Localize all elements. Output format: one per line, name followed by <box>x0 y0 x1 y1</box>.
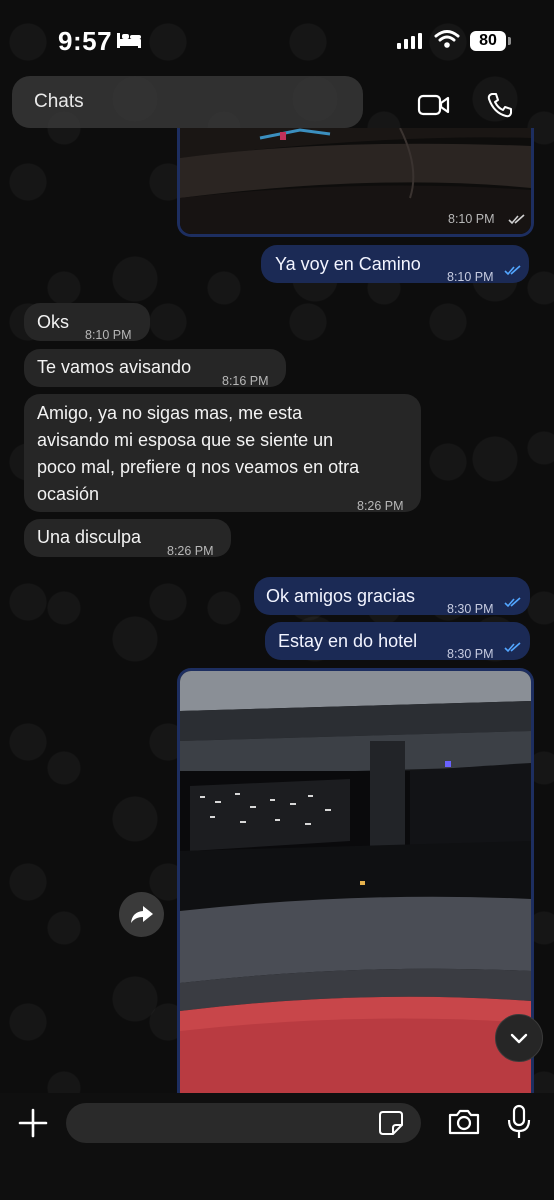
message-text: Ya voy en Camino <box>275 254 421 274</box>
incoming-message[interactable]: Te vamos avisando 8:16 PM <box>24 349 286 388</box>
battery-indicator: 80 <box>470 31 511 51</box>
scroll-to-bottom-button[interactable] <box>495 1014 543 1062</box>
incoming-message[interactable]: Amigo, ya no sigas mas, me esta avisando… <box>24 394 421 513</box>
phone-call-icon[interactable] <box>486 91 514 119</box>
double-check-icon <box>508 214 525 225</box>
status-bar: 9:57 80 <box>0 0 554 80</box>
chevron-down-icon <box>510 1033 528 1044</box>
message-text: Te vamos avisando <box>37 357 192 377</box>
photo-hotel-window <box>180 671 531 1101</box>
message-text: Ok amigos gracias <box>266 586 416 606</box>
message-text-line: poco mal, prefiere q nos veamos en otra <box>37 457 360 477</box>
camera-icon[interactable] <box>447 1108 481 1136</box>
message-input[interactable] <box>66 1103 421 1143</box>
message-time: 8:10 PM <box>448 212 495 226</box>
read-receipt-icon <box>504 597 521 608</box>
message-text-line: ocasión <box>37 484 100 504</box>
message-time: 8:10 PM <box>85 328 132 342</box>
message-time: 8:30 PM <box>447 647 494 661</box>
outgoing-message[interactable]: Estay en do hotel 8:30 PM <box>265 622 530 661</box>
message-time: 8:26 PM <box>167 544 214 558</box>
bed-icon <box>117 33 141 48</box>
back-label: Chats <box>34 91 84 112</box>
message-text: Una disculpa <box>37 527 142 547</box>
incoming-message[interactable]: Oks 8:10 PM <box>24 303 150 342</box>
message-text: Estay en do hotel <box>278 631 418 651</box>
forward-button[interactable] <box>119 892 164 937</box>
read-receipt-icon <box>504 265 521 276</box>
message-text-line: Amigo, ya no sigas mas, me esta <box>37 403 303 423</box>
status-time: 9:57 <box>58 26 113 56</box>
read-receipt-icon <box>504 642 521 653</box>
message-text-line: avisando mi esposa que se siente un <box>37 430 334 450</box>
back-to-chats-button[interactable]: Chats <box>12 76 363 128</box>
video-call-icon[interactable] <box>417 94 451 116</box>
outgoing-message[interactable]: Ok amigos gracias 8:30 PM <box>254 577 530 616</box>
message-text: Oks <box>37 312 70 332</box>
message-time: 8:26 PM <box>357 499 404 513</box>
wifi-icon <box>434 30 460 48</box>
sticker-icon[interactable] <box>378 1110 404 1136</box>
message-time: 8:10 PM <box>447 270 494 284</box>
forward-icon <box>131 906 153 923</box>
microphone-icon[interactable] <box>506 1104 532 1140</box>
image-message[interactable]: 8:10 PM <box>177 128 534 237</box>
message-time: 8:30 PM <box>447 602 494 616</box>
image-message[interactable] <box>177 668 534 1101</box>
incoming-message[interactable]: Una disculpa 8:26 PM <box>24 519 231 558</box>
message-time: 8:16 PM <box>222 374 269 388</box>
outgoing-message[interactable]: Ya voy en Camino 8:10 PM <box>261 245 529 284</box>
plus-icon[interactable] <box>18 1108 48 1138</box>
signal-icon <box>397 33 422 49</box>
